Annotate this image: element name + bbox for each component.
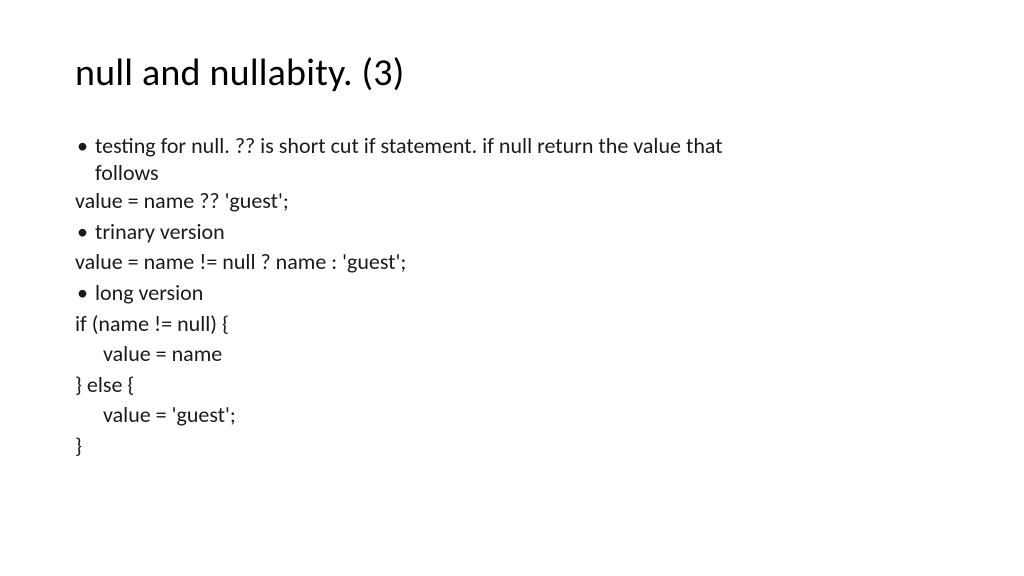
code-line-3e: } <box>75 432 949 461</box>
code-line-3a: if (name != null) { <box>75 310 949 339</box>
code-line-3b: value = name <box>75 340 949 369</box>
bullet-text-line1: testing for null. ?? is short cut if sta… <box>95 132 723 159</box>
bullet-item-1: testing for null. ?? is short cut if sta… <box>75 132 949 161</box>
bullet-text-3: long version <box>95 279 203 306</box>
bullet-text-2: trinary version <box>95 218 225 245</box>
slide-content: testing for null. ?? is short cut if sta… <box>75 132 949 461</box>
code-line-1: value = name ?? 'guest'; <box>75 187 949 216</box>
code-line-2: value = name != null ? name : 'guest'; <box>75 248 949 277</box>
bullet-item-2: trinary version <box>75 218 949 247</box>
bullet-text-line2: follows <box>75 159 949 188</box>
code-line-3c: } else { <box>75 371 949 400</box>
slide-title: null and nullabity. (3) <box>75 50 949 96</box>
bullet-item-3: long version <box>75 279 949 308</box>
code-line-3d: value = 'guest'; <box>75 401 949 430</box>
